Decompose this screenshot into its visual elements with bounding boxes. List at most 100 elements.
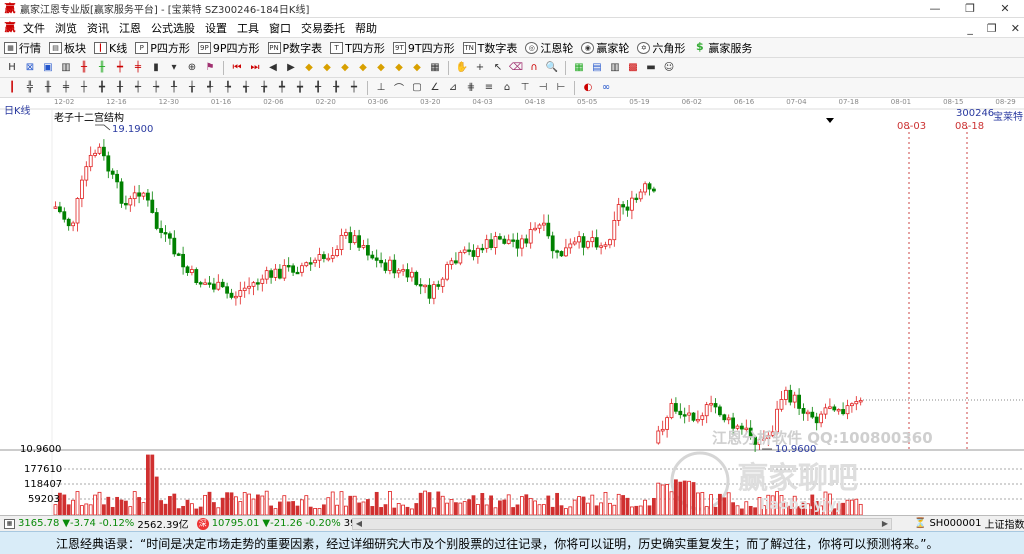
book-icon[interactable]: ▩ [625,60,641,76]
gann-tool-2-icon[interactable]: ╫ [40,80,56,96]
close-button[interactable]: ✕ [990,0,1020,18]
fib-icon[interactable]: ≡ [481,80,497,96]
menu-formula[interactable]: 公式选股 [146,20,200,36]
sh-index-segment[interactable]: ▦ 3165.78 ▼-3.74 -0.12% 2562.39亿 [0,516,193,531]
restore-button[interactable]: ❐ [955,0,985,18]
diamond7-icon[interactable]: ◆ [409,60,425,76]
status-scrollbar[interactable]: ◀ ▶ [352,518,892,530]
angle-icon[interactable]: ∠ [427,80,443,96]
menu-window[interactable]: 窗口 [264,20,296,36]
index-selector[interactable]: ⏳ SH000001 上证指数 [910,516,1024,531]
scroll-left-icon[interactable]: ◀ [353,519,365,529]
pointer-icon[interactable]: ↖ [490,60,506,76]
candle-set-icon[interactable]: ┿ [112,60,128,76]
hexagon-button[interactable]: ✡ 六角形 [633,39,689,57]
car-icon[interactable]: ▬ [643,60,659,76]
study-name[interactable]: 老子十二宫结构 [54,109,124,124]
diamond1-icon[interactable]: ◆ [301,60,317,76]
vol-icon[interactable]: ▮ [148,60,164,76]
winner-service-button[interactable]: $ 赢家服务 [689,39,756,57]
vline-icon[interactable]: ┃ [4,80,20,96]
calc-icon[interactable]: ▦ [571,60,587,76]
menu-file[interactable]: 文件 [18,20,50,36]
mdi-minimize-button[interactable]: _ [967,22,973,35]
9p-square-button[interactable]: 9P 9P四方形 [194,39,264,57]
menu-browse[interactable]: 浏览 [50,20,82,36]
print-icon[interactable]: ▥ [607,60,623,76]
diamond5-icon[interactable]: ◆ [373,60,389,76]
eraser-icon[interactable]: ⌫ [508,60,524,76]
sectors-button[interactable]: ▤ 板块 [45,39,90,57]
p-table-button[interactable]: PN P数字表 [264,39,327,57]
fan-icon[interactable]: ⊥ [373,80,389,96]
gann-tool-16-icon[interactable]: ╈ [292,80,308,96]
channel-icon[interactable]: ⋕ [463,80,479,96]
menu-gann[interactable]: 江恩 [114,20,146,36]
gann-tool-10-icon[interactable]: ╁ [184,80,200,96]
gann-tool-6-icon[interactable]: ╂ [112,80,128,96]
crosshair-icon[interactable]: + [472,60,488,76]
gann-tool-17-icon[interactable]: ╉ [310,80,326,96]
target-icon[interactable]: ⊕ [184,60,200,76]
gann-tool-22-icon[interactable]: ⊣ [535,80,551,96]
diamond6-icon[interactable]: ◆ [391,60,407,76]
minimize-button[interactable]: — [920,0,950,18]
candle-down-icon[interactable]: ╫ [94,60,110,76]
list-icon[interactable]: ▥ [58,60,74,76]
gann-tool-19-icon[interactable]: ┿ [346,80,362,96]
menu-info[interactable]: 资讯 [82,20,114,36]
kline-chart[interactable]: 12-02 12-16 12-30 01-16 02-06 02-20 03-06 03-20… [0,97,1024,515]
gann-tool-18-icon[interactable]: ╊ [328,80,344,96]
left-icon[interactable]: ◀ [265,60,281,76]
people-icon[interactable]: ☺ [661,60,677,76]
gann-tool-20-icon[interactable]: ⌂ [499,80,515,96]
first-icon[interactable]: ⏮ [229,60,245,76]
p-square-button[interactable]: P P四方形 [131,39,194,57]
hand-icon[interactable]: ✋ [454,60,470,76]
diamond2-icon[interactable]: ◆ [319,60,335,76]
dropdown-icon[interactable]: ▾ [166,60,182,76]
angle2-icon[interactable]: ⊿ [445,80,461,96]
gann-tool-1-icon[interactable]: ╬ [22,80,38,96]
arc-icon[interactable]: ⌒ [391,80,407,96]
indicator-icon[interactable]: ▣ [40,60,56,76]
grid-layout-icon[interactable]: ▦ [427,60,443,76]
diamond4-icon[interactable]: ◆ [355,60,371,76]
menu-help[interactable]: 帮助 [350,20,382,36]
menu-tools[interactable]: 工具 [232,20,264,36]
period-select-icon[interactable]: H [4,60,20,76]
candle-up-icon[interactable]: ╫ [76,60,92,76]
gann-tool-5-icon[interactable]: ╋ [94,80,110,96]
mdi-restore-button[interactable]: ❐ [987,22,997,35]
right-icon[interactable]: ▶ [283,60,299,76]
magnet-icon[interactable]: ∩ [526,60,542,76]
menu-settings[interactable]: 设置 [200,20,232,36]
bar-set-icon[interactable]: ╪ [130,60,146,76]
gann-tool-21-icon[interactable]: ⊤ [517,80,533,96]
infinity-icon[interactable]: ∞ [598,80,614,96]
winner-wheel-button[interactable]: ◉ 赢家轮 [577,39,633,57]
scroll-right-icon[interactable]: ▶ [879,519,891,529]
last-icon[interactable]: ⏭ [247,60,263,76]
gann-tool-4-icon[interactable]: ┼ [76,80,92,96]
gann-wheel-button[interactable]: ◎ 江恩轮 [521,39,577,57]
gann-tool-14-icon[interactable]: ╆ [256,80,272,96]
gann-tool-23-icon[interactable]: ⊢ [553,80,569,96]
quotes-button[interactable]: ▦ 行情 [0,39,45,57]
period-label[interactable]: 日K线 [4,102,31,117]
gann-tool-8-icon[interactable]: ┾ [148,80,164,96]
diamond3-icon[interactable]: ◆ [337,60,353,76]
t-table-button[interactable]: TN T数字表 [459,39,522,57]
gann-tool-12-icon[interactable]: ╄ [220,80,236,96]
save-icon[interactable]: ▤ [589,60,605,76]
gann-tool-13-icon[interactable]: ╅ [238,80,254,96]
gann-tool-3-icon[interactable]: ╪ [58,80,74,96]
gann-tool-15-icon[interactable]: ╇ [274,80,290,96]
gann-tool-11-icon[interactable]: ╃ [202,80,218,96]
9t-square-button[interactable]: 9T 9T四方形 [389,39,459,57]
gann-tool-7-icon[interactable]: ┽ [130,80,146,96]
flag-icon[interactable]: ⚑ [202,60,218,76]
t-square-button[interactable]: T T四方形 [326,39,389,57]
kline-button[interactable]: ┃ K线 [90,39,131,57]
mdi-close-button[interactable]: ✕ [1011,22,1020,35]
